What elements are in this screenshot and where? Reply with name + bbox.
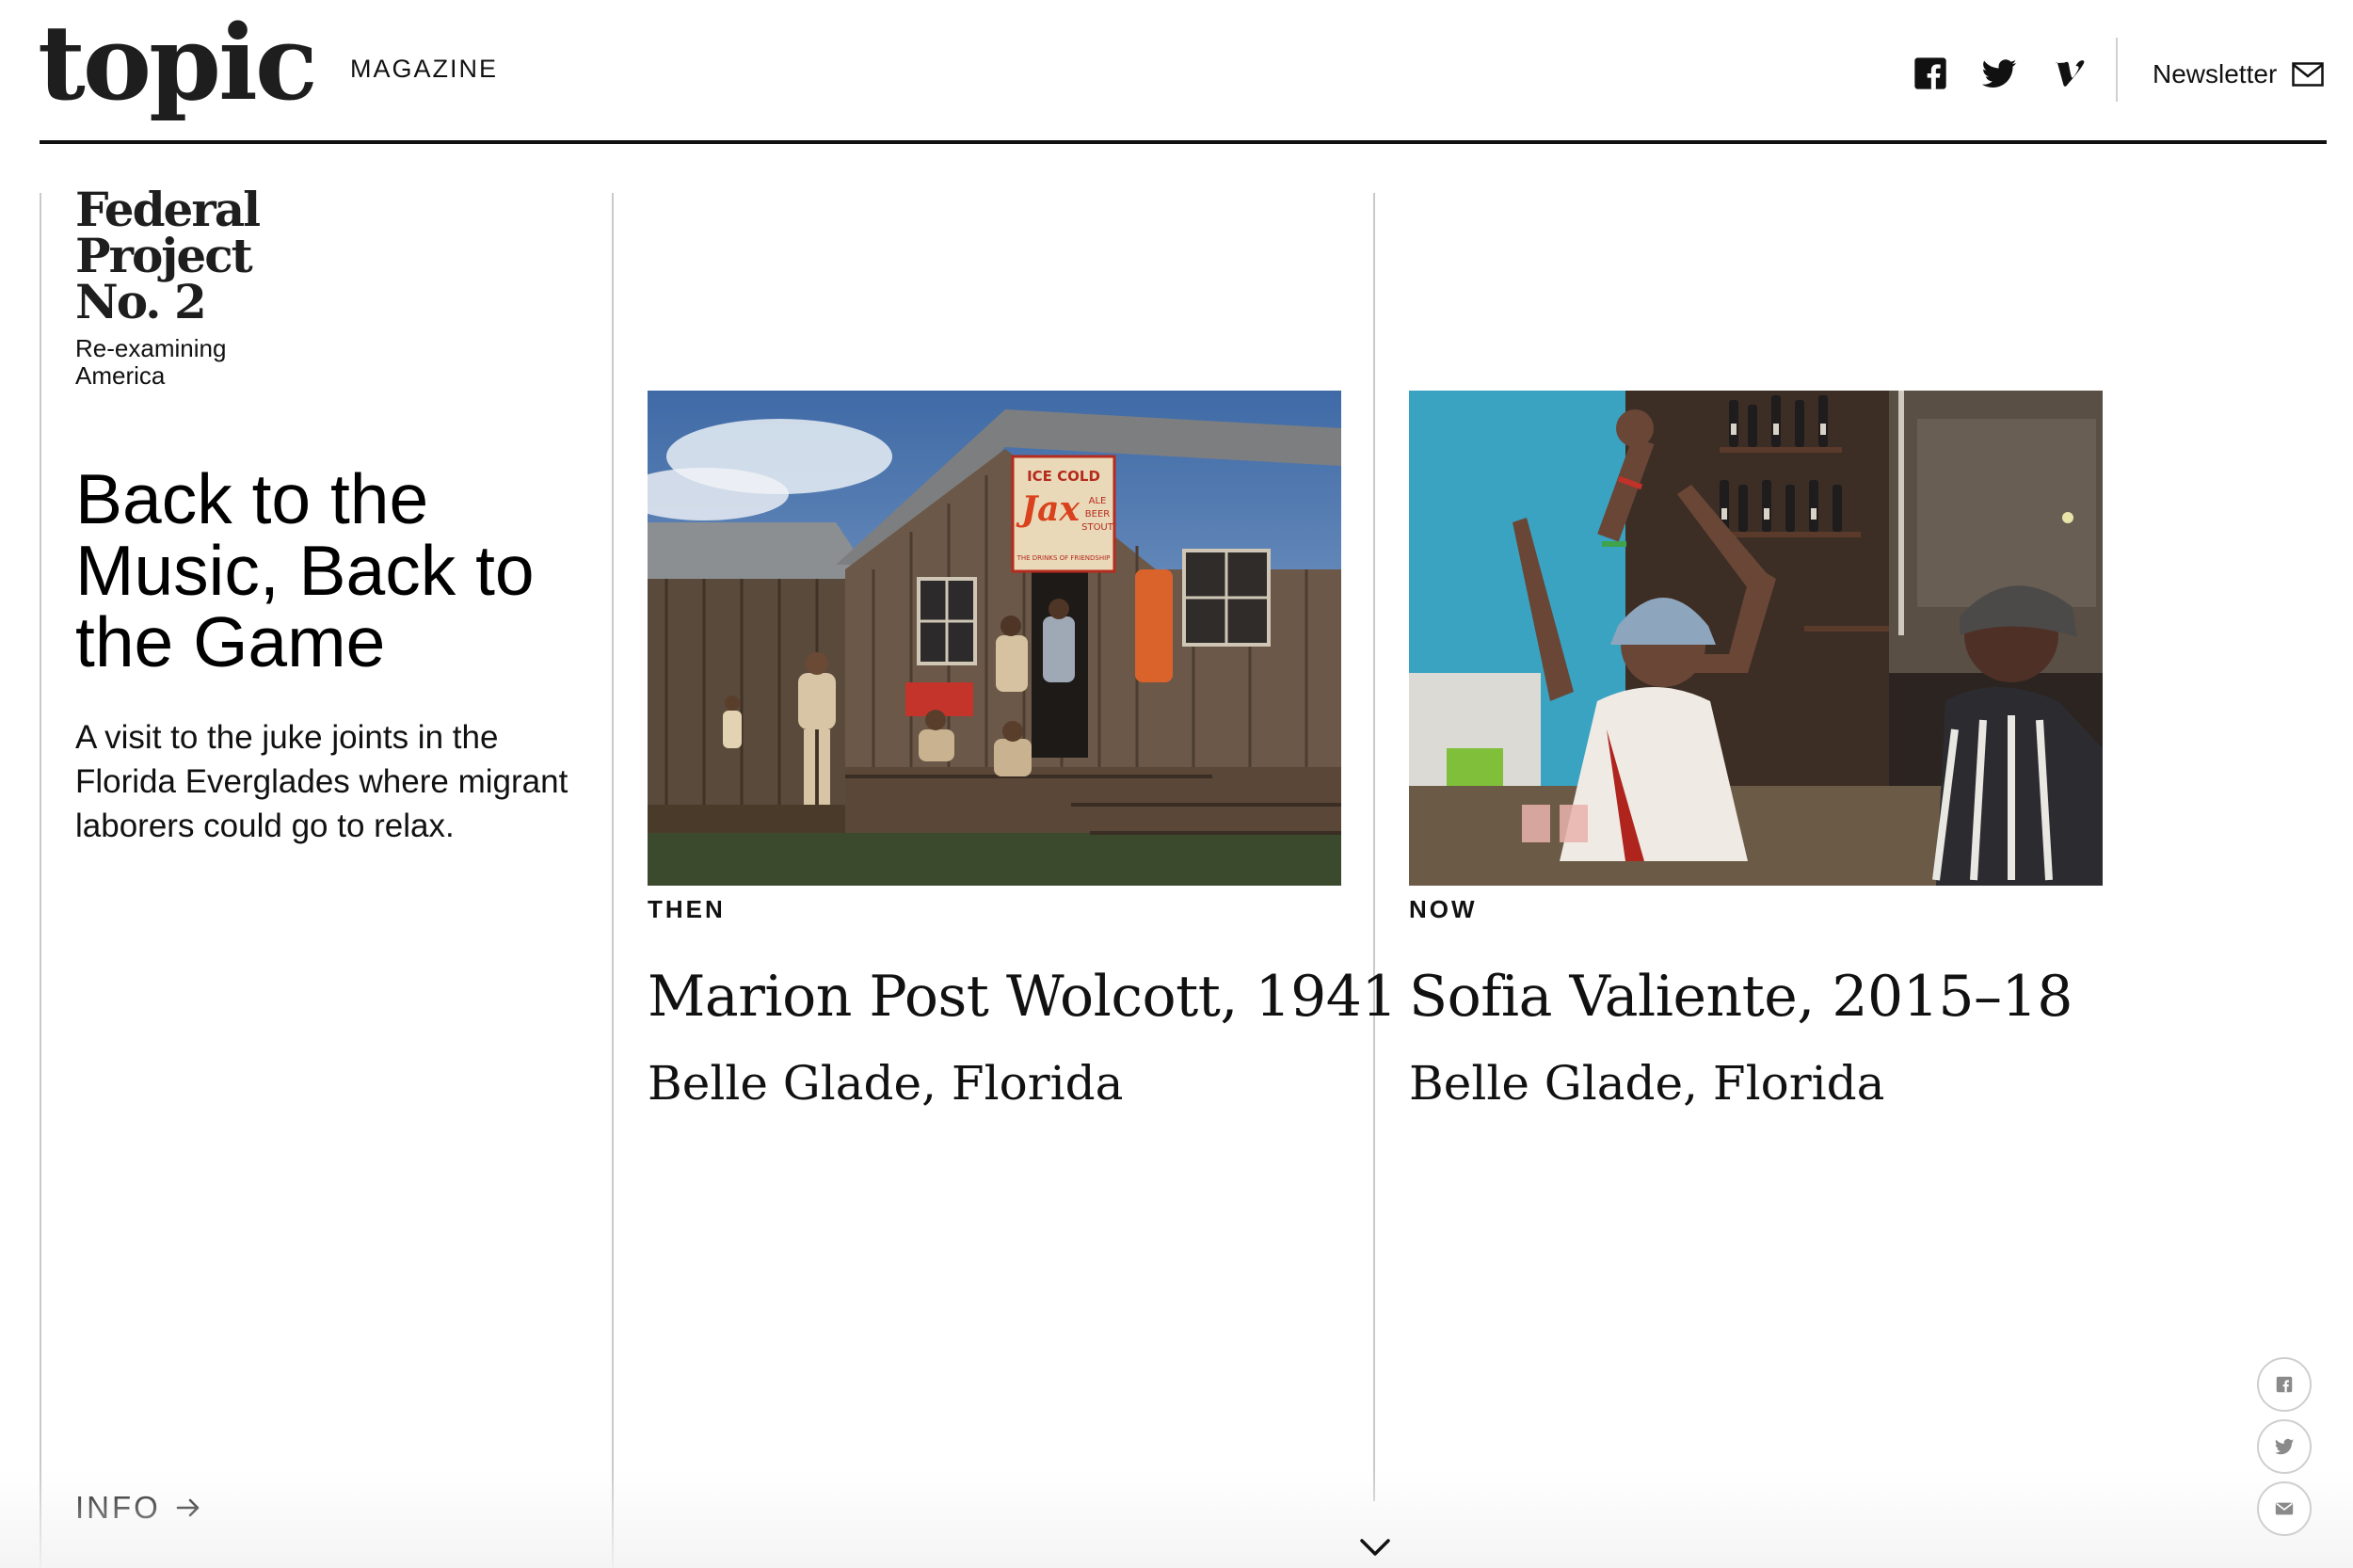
twitter-icon (2274, 1438, 2295, 1455)
sign-ale: ALE (1089, 496, 1107, 506)
column-divider (1373, 193, 1375, 1501)
column-divider (612, 193, 614, 1568)
share-facebook-button[interactable] (2257, 1357, 2312, 1412)
now-photographer: Sofia Valiente, 2015–18 (1409, 964, 2073, 1030)
newsletter-label: Newsletter (2153, 59, 2278, 88)
sign-ice-cold: ICE COLD (1027, 468, 1100, 485)
then-photographer: Marion Post Wolcott, 1941 (648, 964, 1398, 1030)
share-twitter-button[interactable] (2257, 1419, 2312, 1474)
project-title[interactable]: Federal Project No. 2 (75, 182, 261, 329)
now-photo[interactable] (1409, 391, 2103, 886)
now-location: Belle Glade, Florida (1409, 1056, 1885, 1111)
sign-drinks-of-friendship: THE DRINKS OF FRIENDSHIP (1016, 554, 1111, 562)
nav-magazine-link[interactable]: MAGAZINE (350, 55, 498, 84)
project-title-line: Federal (75, 182, 261, 237)
facebook-icon[interactable] (1912, 55, 1949, 92)
arrow-right-icon (176, 1498, 200, 1517)
header-rule (40, 140, 2327, 144)
sign-beer: BEER (1085, 509, 1110, 520)
then-label: THEN (648, 895, 726, 923)
project-subtitle-line: Re-examining (75, 334, 227, 362)
facebook-icon (2276, 1376, 2293, 1393)
sign-stout: STOUT (1081, 522, 1114, 533)
header-separator (2116, 38, 2118, 102)
topic-logo[interactable]: topic (38, 2, 318, 124)
project-subtitle: Re-examining America (75, 335, 226, 390)
email-icon (2275, 1502, 2294, 1515)
info-link[interactable]: INFO (75, 1490, 202, 1526)
chevron-down-icon[interactable] (1356, 1534, 1394, 1560)
share-email-button[interactable] (2257, 1481, 2312, 1536)
then-location: Belle Glade, Florida (648, 1056, 1124, 1111)
sign-jax: Jax (1016, 489, 1080, 529)
newsletter-link[interactable]: Newsletter (2153, 56, 2325, 93)
twitter-icon[interactable] (1980, 55, 2018, 92)
vimeo-icon[interactable] (2052, 55, 2089, 92)
then-photo[interactable]: ICE COLD Jax ALE BEER STOUT THE DRINKS O… (648, 391, 1341, 886)
story-title: Back to the Music, Back to the Game (75, 459, 535, 681)
ice-cold-jax-sign: ICE COLD Jax ALE BEER STOUT THE DRINKS O… (1011, 455, 1116, 573)
mail-icon (2292, 62, 2325, 87)
left-edge-divider (40, 193, 41, 1568)
now-label: NOW (1409, 895, 1478, 923)
story-description: A visit to the juke joints in the Florid… (75, 719, 568, 844)
bottom-fade (0, 1468, 2353, 1568)
info-label: INFO (75, 1490, 161, 1525)
project-subtitle-line: America (75, 361, 166, 390)
project-title-line: No. 2 (75, 274, 207, 329)
project-title-line: Project (75, 228, 253, 283)
